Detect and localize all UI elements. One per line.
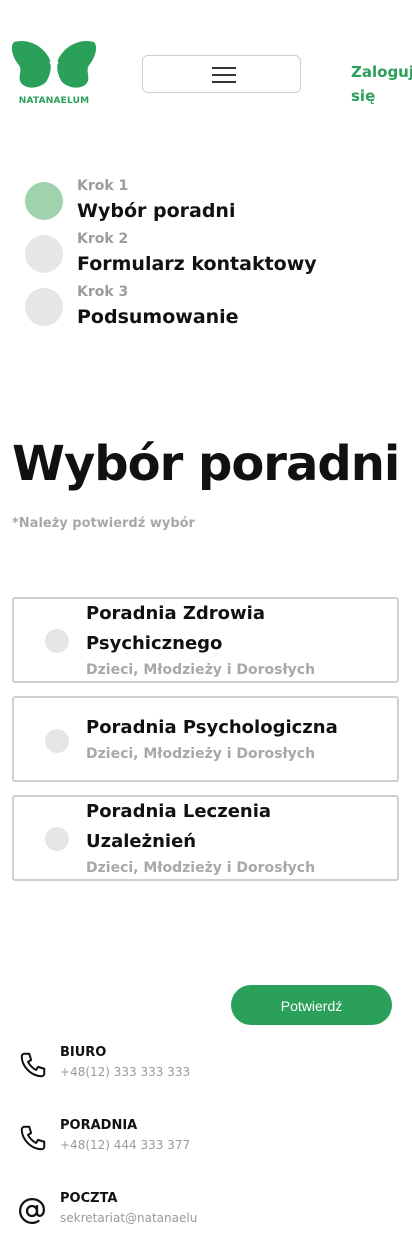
contact-title-poradnia: PORADNIA [60, 1118, 138, 1133]
radio-button[interactable] [45, 629, 69, 653]
contact-title-poczta: POCZTA [60, 1191, 118, 1206]
step-2-name: Formularz kontaktowy [77, 253, 317, 275]
step-1-indicator [25, 182, 63, 220]
contact-email[interactable]: sekretariat@natanaelu [60, 1211, 197, 1225]
menu-toggle-button[interactable] [142, 55, 301, 93]
page-title: Wybór poradni [12, 436, 400, 492]
radio-button[interactable] [45, 729, 69, 753]
confirm-button[interactable]: Potwierdź [231, 985, 392, 1025]
logo-text: NATANAELUM [18, 96, 90, 106]
step-2-number: Krok 2 [77, 231, 129, 247]
option-psychologiczna[interactable]: Poradnia Psychologiczna Dzieci, Młodzież… [12, 696, 399, 782]
hamburger-icon [212, 67, 236, 69]
option-subtitle: Dzieci, Młodzieży i Dorosłych [86, 662, 316, 678]
step-1-number: Krok 1 [77, 178, 129, 194]
contact-phone-biuro[interactable]: +48(12) 333 333 333 [60, 1065, 190, 1079]
step-2-indicator [25, 235, 63, 273]
option-zdrowia-psychicznego[interactable]: Poradnia Zdrowia Psychicznego Dzieci, Mł… [12, 597, 399, 683]
option-subtitle: Dzieci, Młodzieży i Dorosłych [86, 746, 316, 762]
option-subtitle: Dzieci, Młodzieży i Dorosłych [86, 860, 316, 876]
selection-note: *Należy potwierdź wybór [12, 516, 195, 531]
phone-icon [20, 1052, 46, 1078]
step-1-name: Wybór poradni [77, 200, 236, 222]
hamburger-icon-bar [212, 81, 236, 83]
option-title: Poradnia Zdrowia Psychicznego [86, 603, 265, 654]
option-leczenia-uzaleznien[interactable]: Poradnia Leczenia Uzależnień Dzieci, Mło… [12, 795, 399, 881]
hamburger-icon-bar [212, 74, 236, 76]
phone-icon [20, 1125, 46, 1151]
step-3-name: Podsumowanie [77, 306, 239, 328]
contact-title-biuro: BIURO [60, 1045, 107, 1060]
login-link[interactable]: Zaloguj się [351, 60, 412, 108]
radio-button[interactable] [45, 827, 69, 851]
option-title: Poradnia Psychologiczna [86, 717, 338, 738]
step-3-indicator [25, 288, 63, 326]
option-title: Poradnia Leczenia Uzależnień [86, 801, 272, 852]
at-icon [18, 1197, 46, 1225]
step-3-number: Krok 3 [77, 284, 129, 300]
contact-phone-poradnia[interactable]: +48(12) 444 333 377 [60, 1138, 190, 1152]
